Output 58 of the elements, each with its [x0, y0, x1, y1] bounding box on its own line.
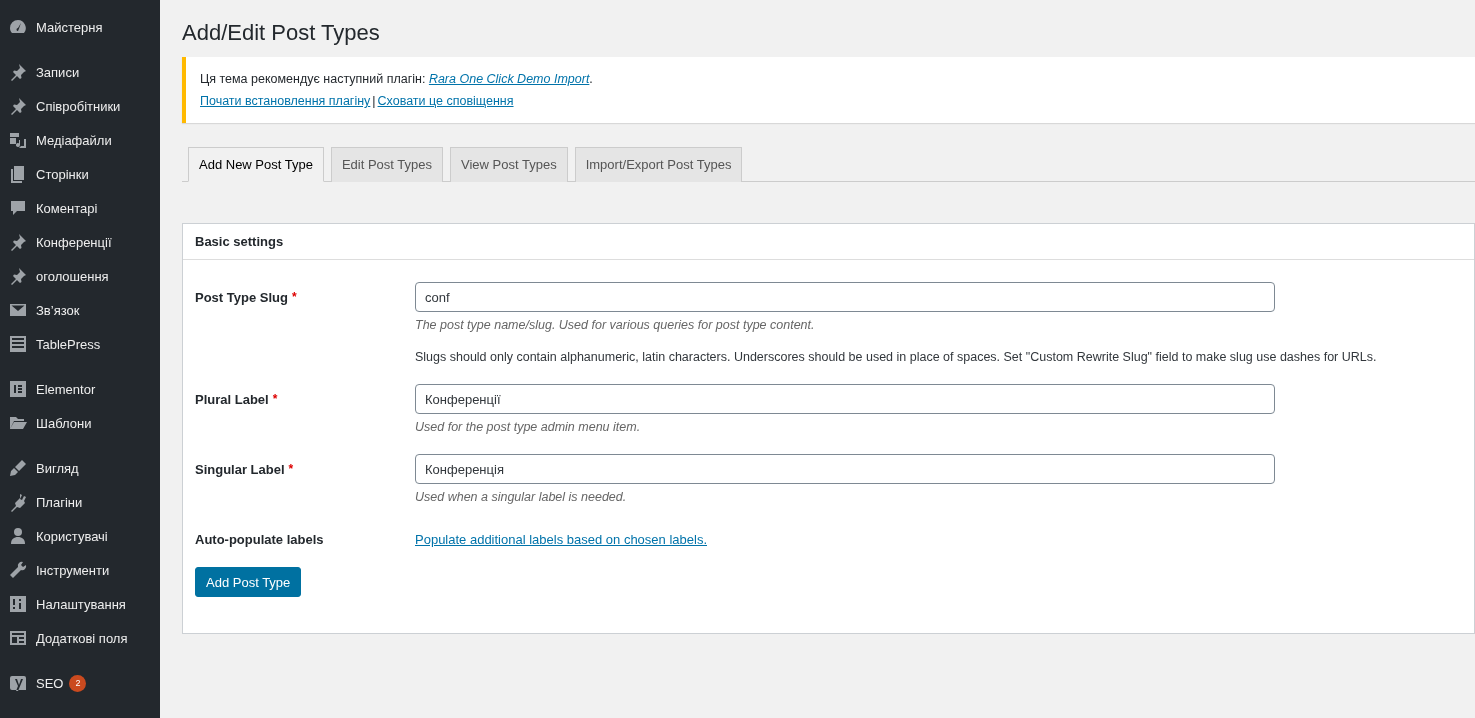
required-asterisk: * — [272, 392, 278, 406]
help-text: Used when a singular label is needed. — [415, 490, 628, 504]
populate-labels-link[interactable]: Populate additional labels based on chosen labels. — [415, 524, 707, 547]
elementor-icon — [8, 379, 28, 399]
field-label: Plural Label — [195, 392, 269, 407]
field-label: Singular Label — [195, 462, 285, 477]
add-post-type-button[interactable]: Add Post Type — [195, 567, 302, 597]
field-label: Post Type Slug — [195, 290, 288, 305]
sidebar-item[interactable]: Коментарі — [0, 191, 160, 225]
field-label: Auto-populate labels — [195, 532, 324, 547]
notice-text: Ця тема рекомендує наступний плагін: — [200, 72, 427, 86]
dismiss-notice-link[interactable]: Сховати це сповіщення — [377, 94, 514, 108]
sidebar-item[interactable]: оголошення — [0, 259, 160, 293]
plugin-link[interactable]: Rara One Click Demo Import — [428, 72, 590, 86]
brush-icon — [8, 458, 28, 478]
tab[interactable]: View Post Types — [450, 147, 568, 182]
link-separator: | — [372, 94, 376, 108]
install-plugin-link[interactable]: Почати встановлення плагіну — [200, 94, 371, 108]
sidebar-item[interactable]: Зв’язок — [0, 293, 160, 327]
sidebar-item[interactable]: Записи — [0, 55, 160, 89]
sidebar-item[interactable]: Співробітники — [0, 89, 160, 123]
text-input-field[interactable]: Конференції — [415, 384, 1275, 414]
sliders-icon — [8, 594, 28, 614]
media-icon — [8, 130, 28, 150]
tab[interactable]: Edit Post Types — [330, 147, 444, 182]
comment-icon — [8, 198, 28, 218]
slug-note: Slugs should only contain alphanumeric, latin characters. Underscores should be used in place of spaces. Set "Custom Rewrite Slug" field to make slug use dashes for URLs. — [415, 350, 1378, 364]
sidebar-item[interactable]: Додаткові поля — [0, 621, 160, 655]
yoast-icon — [8, 673, 28, 693]
sidebar-item[interactable]: SEO 2 — [0, 666, 160, 700]
user-icon — [8, 526, 28, 546]
sidebar-item[interactable]: Elementor — [0, 372, 160, 406]
tab[interactable]: Import/Export Post Types — [574, 147, 743, 182]
sidebar-item[interactable]: Користувачі — [0, 519, 160, 553]
sidebar-item[interactable]: Майстерня — [0, 10, 160, 44]
page-title: Add/Edit Post Types — [182, 19, 381, 47]
update-count-badge: 2 — [69, 674, 87, 692]
panel-title: Basic settings — [183, 224, 1474, 260]
wrench-icon — [8, 560, 28, 580]
sidebar-item[interactable]: Конференції — [0, 225, 160, 259]
help-text: Used for the post type admin menu item. — [415, 420, 642, 434]
table-icon — [8, 334, 28, 354]
text-input-field[interactable]: conf — [415, 282, 1275, 312]
sidebar-item[interactable]: Вигляд — [0, 451, 160, 485]
help-text: The post type name/slug. Used for various queries for post type content. — [415, 318, 816, 332]
sidebar-item[interactable]: Налаштування — [0, 587, 160, 621]
required-asterisk: * — [288, 462, 294, 476]
notice-punctuation: . — [589, 72, 593, 86]
sidebar-item[interactable]: Медіафайли — [0, 123, 160, 157]
sidebar-item[interactable]: Інструменти — [0, 553, 160, 587]
tab[interactable]: Add New Post Type — [188, 147, 324, 182]
text-input-field[interactable]: Конференція — [415, 454, 1275, 484]
sidebar-item[interactable]: Шаблони — [0, 406, 160, 440]
required-asterisk: * — [291, 290, 297, 304]
sidebar-item[interactable]: Сторінки — [0, 157, 160, 191]
fields-icon — [8, 628, 28, 648]
sidebar-item[interactable]: Плагіни — [0, 485, 160, 519]
sidebar-item[interactable]: TablePress — [0, 327, 160, 361]
